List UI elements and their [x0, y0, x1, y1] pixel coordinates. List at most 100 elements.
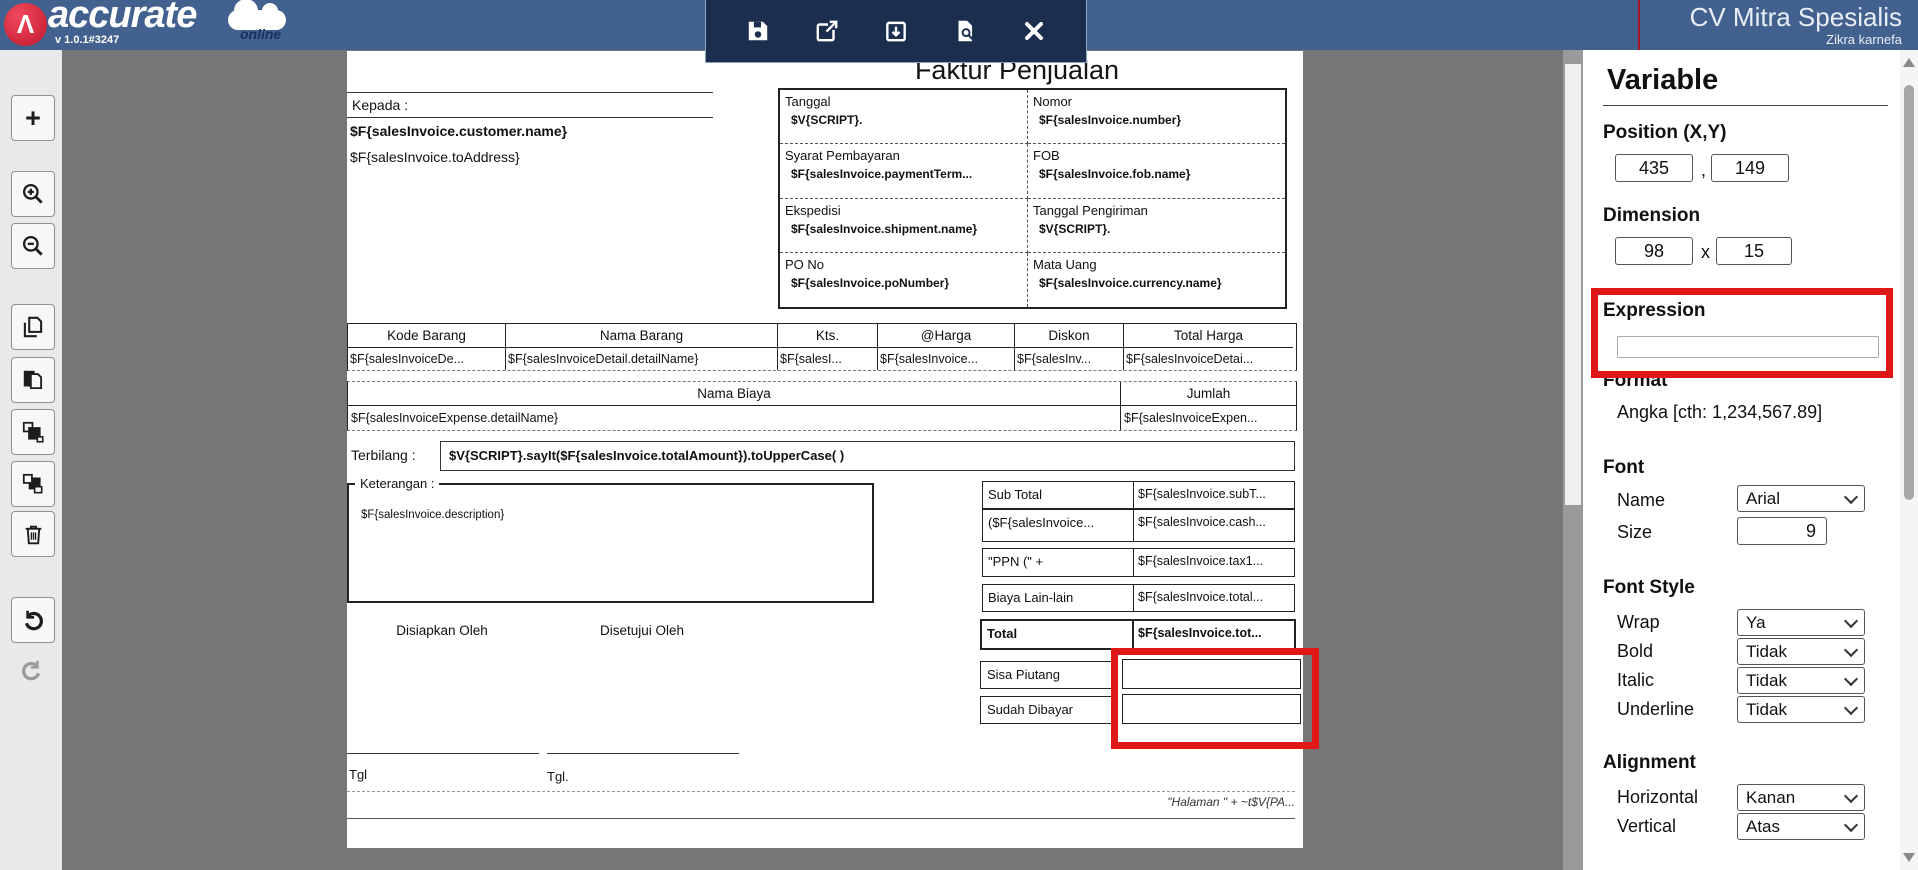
font-style-label: Font Style	[1603, 577, 1695, 598]
plus-icon: +	[25, 102, 41, 133]
items-field[interactable]: $F{salesInvoiceDe...	[348, 348, 506, 370]
accurate-logo-icon: Λ	[4, 3, 47, 46]
info-cell[interactable]: Ekspedisi $F{salesInvoice.shipment.name}	[780, 198, 1028, 253]
design-canvas[interactable]: Faktur Penjualan Kepada : $F{salesInvoic…	[62, 50, 1563, 870]
horizontal-align-select[interactable]: Kanan	[1737, 784, 1865, 811]
italic-select[interactable]: Tidak	[1737, 667, 1865, 694]
paste-button[interactable]	[11, 357, 55, 403]
info-cell[interactable]: Mata Uang $F{salesInvoice.currency.name}	[1028, 253, 1285, 307]
items-field[interactable]: $F{salesInv...	[1015, 348, 1124, 370]
bring-to-front-icon	[22, 421, 44, 443]
position-separator: ,	[1701, 160, 1707, 180]
items-field[interactable]: $F{salesInvoice...	[878, 348, 1015, 370]
subtotal-row[interactable]: Sub Total $F{salesInvoice.subT...	[982, 481, 1295, 509]
report-page[interactable]: Faktur Penjualan Kepada : $F{salesInvoic…	[347, 51, 1319, 848]
info-cell[interactable]: Nomor $F{salesInvoice.number}	[1028, 90, 1285, 145]
expense-field[interactable]: $F{salesInvoiceExpen...	[1121, 406, 1296, 430]
vertical-label: Vertical	[1617, 816, 1677, 836]
undo-icon	[24, 610, 43, 631]
position-label: Position (X,Y)	[1603, 122, 1727, 143]
dimension-separator: x	[1701, 242, 1710, 262]
page-footer-rule	[347, 818, 1295, 819]
designer-sidebar: +	[0, 50, 62, 870]
address-field[interactable]: $F{salesInvoice.toAddress}	[350, 149, 520, 165]
signature-line	[347, 753, 539, 754]
bold-label: Bold	[1617, 641, 1654, 661]
zoom-out-icon	[22, 235, 43, 256]
logo-letter: Λ	[16, 9, 35, 39]
terbilang-field[interactable]: $V{SCRIPT}.sayIt($F{salesInvoice.totalAm…	[440, 441, 1295, 471]
customer-field[interactable]: $F{salesInvoice.customer.name}	[350, 123, 567, 139]
send-to-back-icon	[22, 473, 43, 494]
dimension-height-input[interactable]	[1716, 237, 1792, 265]
kepada-top-rule	[347, 92, 713, 93]
page-band-divider	[347, 791, 1295, 792]
wrap-select[interactable]: Ya	[1737, 609, 1865, 636]
brand-cloud-word: online	[240, 26, 282, 42]
page-number-field[interactable]: "Halaman " + ~t$V{PA...	[1167, 795, 1295, 809]
other-cost-row[interactable]: Biaya Lain-lain $F{salesInvoice.total...	[982, 584, 1295, 612]
info-cell[interactable]: Tanggal $V{SCRIPT}.	[780, 90, 1028, 145]
dimension-width-input[interactable]	[1615, 237, 1693, 265]
info-cell[interactable]: Syarat Pembayaran $F{salesInvoice.payment…	[780, 144, 1028, 199]
position-y-input[interactable]	[1711, 154, 1789, 182]
underline-select[interactable]: Tidak	[1737, 696, 1865, 723]
brand-name: accurate	[48, 0, 197, 36]
vertical-align-select[interactable]: Atas	[1737, 813, 1865, 840]
canvas-scrollbar-thumb[interactable]	[1565, 64, 1581, 505]
scroll-up-icon[interactable]	[1903, 58, 1915, 67]
add-element-button[interactable]: +	[11, 95, 55, 141]
panel-scrollbar[interactable]	[1900, 50, 1918, 870]
zoom-in-button[interactable]	[11, 171, 55, 217]
undo-button[interactable]	[11, 597, 55, 643]
items-header: Kode Barang	[348, 324, 506, 348]
close-button[interactable]	[1017, 14, 1051, 48]
zoom-out-button[interactable]	[11, 223, 55, 269]
position-x-input[interactable]	[1615, 154, 1693, 182]
info-cell[interactable]: PO No $F{salesInvoice.poNumber}	[780, 252, 1028, 307]
ppn-row[interactable]: "PPN (" + $F{salesInvoice.tax1...	[982, 548, 1295, 577]
font-size-input[interactable]	[1737, 517, 1827, 545]
delete-button[interactable]	[11, 511, 55, 557]
export-button[interactable]	[810, 14, 844, 48]
items-header: Nama Barang	[506, 324, 778, 348]
chevron-down-icon	[1843, 489, 1859, 504]
items-field[interactable]: $F{salesInvoiceDetai...	[1124, 348, 1293, 370]
underline-label: Underline	[1617, 699, 1695, 719]
canvas-scrollbar[interactable]	[1563, 50, 1583, 870]
invoice-info-grid: Tanggal $V{SCRIPT}. Nomor $F{salesInvoice.…	[778, 88, 1287, 309]
preview-button[interactable]	[948, 14, 982, 48]
keterangan-label: Keterangan :	[355, 476, 440, 491]
panel-title: Variable	[1607, 64, 1719, 96]
bring-to-front-button[interactable]	[11, 409, 55, 455]
expense-table: Nama Biaya Jumlah $F{salesInvoiceExpense…	[347, 381, 1297, 431]
save-button[interactable]	[741, 14, 775, 48]
grand-total-row[interactable]: Total $F{salesInvoice.tot...	[980, 619, 1296, 650]
keterangan-box[interactable]: Keterangan : $F{salesInvoice.description…	[347, 476, 874, 603]
items-field[interactable]: $F{salesInvoiceDetail.detailName}	[506, 348, 778, 370]
kepada-label: Kepada :	[352, 97, 409, 113]
keterangan-field[interactable]: $F{salesInvoice.description}	[361, 509, 504, 521]
redo-button[interactable]	[11, 648, 53, 692]
copy-icon	[23, 316, 43, 338]
items-field[interactable]: $F{salesI...	[778, 348, 878, 370]
copy-button[interactable]	[11, 304, 55, 350]
info-cell[interactable]: FOB $F{salesInvoice.fob.name}	[1028, 144, 1285, 199]
italic-label: Italic	[1617, 670, 1655, 690]
annotation-highlight-payment-cells	[1111, 648, 1319, 749]
send-to-back-button[interactable]	[11, 461, 55, 507]
font-name-select[interactable]: Arial	[1737, 485, 1865, 512]
chevron-down-icon	[1843, 613, 1859, 628]
approved-by-label: Disetujui Oleh	[599, 623, 685, 638]
items-header: Total Harga	[1124, 324, 1293, 348]
panel-scrollbar-thumb[interactable]	[1904, 85, 1914, 500]
scroll-down-icon[interactable]	[1903, 853, 1915, 862]
format-value[interactable]: Angka [cth: 1,234,567.89]	[1617, 402, 1822, 423]
info-cell[interactable]: Tanggal Pengiriman $V{SCRIPT}.	[1028, 199, 1285, 253]
horizontal-label: Horizontal	[1617, 787, 1699, 807]
terbilang-label: Terbilang :	[351, 447, 416, 463]
expense-field[interactable]: $F{salesInvoiceExpense.detailName}	[348, 406, 1121, 430]
download-button[interactable]	[879, 14, 913, 48]
bold-select[interactable]: Tidak	[1737, 638, 1865, 665]
cash-discount-row[interactable]: ($F{salesInvoice... $F{salesInvoice.cash…	[982, 509, 1295, 542]
